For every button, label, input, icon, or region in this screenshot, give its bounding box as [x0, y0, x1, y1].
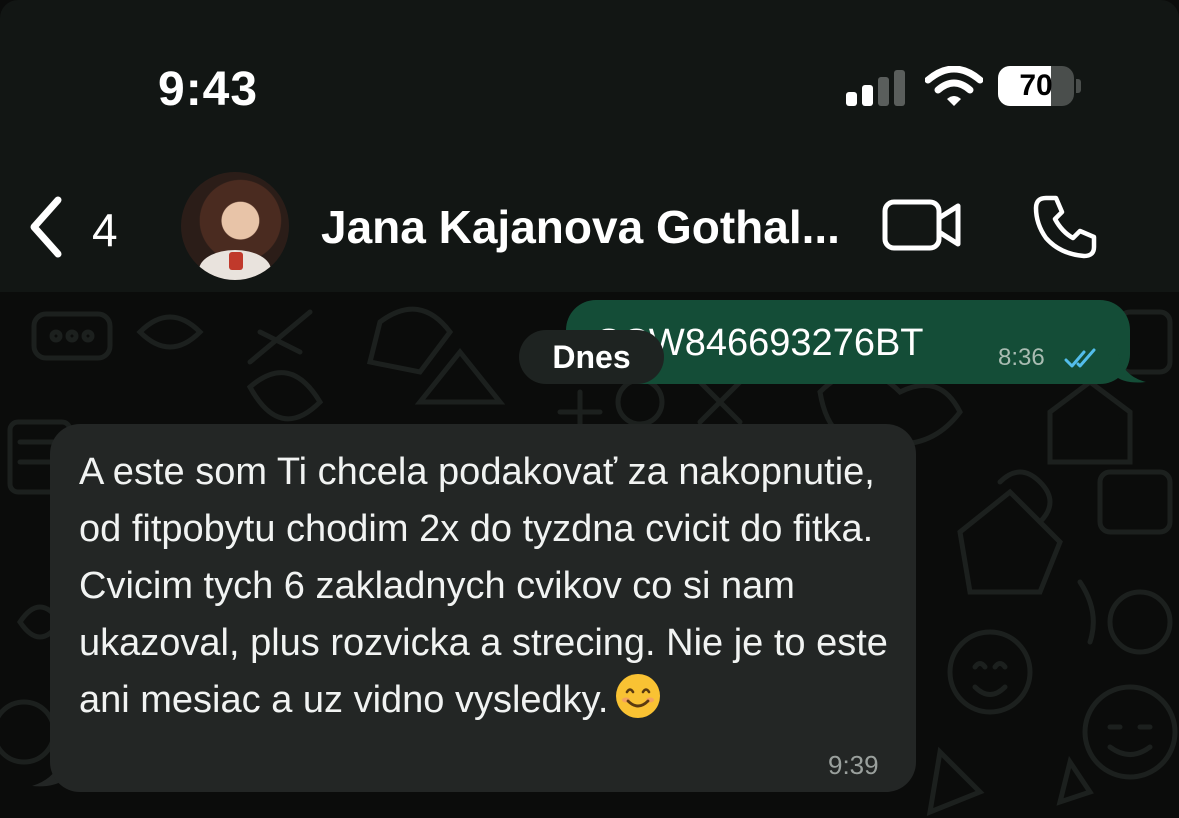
date-separator: Dnes: [519, 330, 664, 384]
smiling-face-emoji: [616, 674, 661, 718]
cellular-signal-icon: [846, 70, 906, 106]
phone-icon[interactable]: [1032, 194, 1098, 260]
video-camera-icon[interactable]: [882, 198, 962, 252]
wifi-icon: [925, 66, 983, 106]
battery-icon: 70: [998, 66, 1074, 106]
status-time: 9:43: [158, 63, 259, 116]
contact-name[interactable]: Jana Kajanova Gothal...: [321, 200, 866, 254]
incoming-message-body: A este som Ti chcela podakovať za nakopn…: [79, 451, 888, 721]
double-check-icon: [1064, 348, 1096, 368]
incoming-message-text: A este som Ti chcela podakovať za nakopn…: [79, 444, 899, 729]
chevron-left-icon[interactable]: [26, 195, 66, 259]
top-bar: 9:43 70 4 Jana Kajanova Gothal...: [0, 0, 1179, 292]
outgoing-bubble-tail: [1118, 352, 1146, 383]
back-unread-count[interactable]: 4: [92, 203, 118, 257]
incoming-message-time: 9:39: [828, 750, 879, 780]
battery-tip: [1076, 79, 1081, 93]
chat-area[interactable]: CCW846693276BT 8:36 Dnes A este som Ti c…: [0, 292, 1179, 818]
outgoing-message-time: 8:36: [998, 344, 1045, 371]
incoming-message-bubble[interactable]: A este som Ti chcela podakovať za nakopn…: [50, 424, 916, 792]
contact-avatar[interactable]: [181, 172, 289, 280]
battery-percent: 70: [1019, 69, 1053, 102]
